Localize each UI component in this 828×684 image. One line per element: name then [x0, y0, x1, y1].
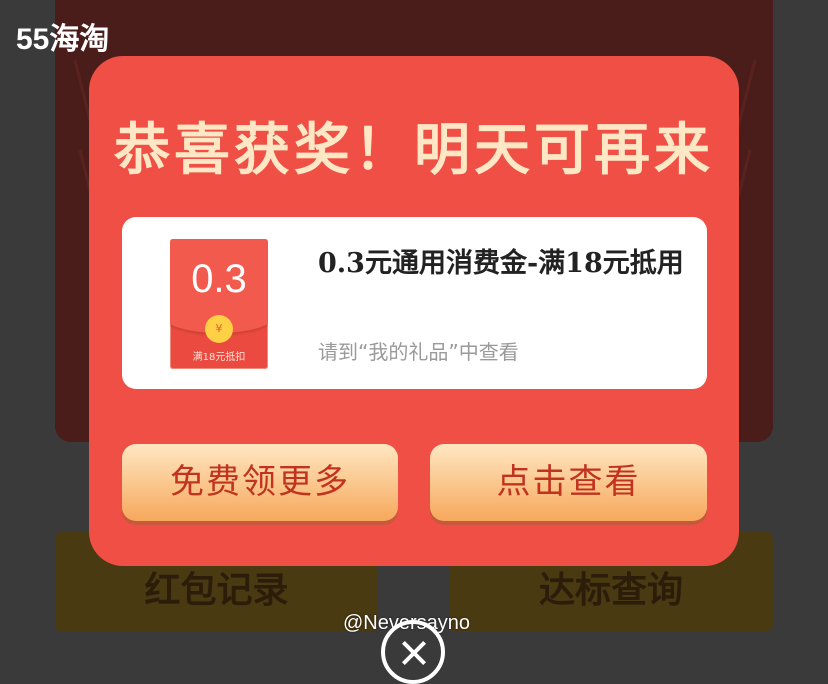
close-icon[interactable]	[381, 620, 445, 684]
prize-name: 0.3元通用消费金-满18元抵用	[318, 248, 684, 279]
red-envelope-coupon: 0.3 ¥ 满18元抵扣	[170, 239, 268, 369]
view-prize-button[interactable]: 点击查看	[430, 444, 707, 521]
prize-card: 0.3 ¥ 满18元抵扣 0.3元通用消费金-满18元抵用 请到“我的礼品”中查…	[122, 217, 707, 389]
coupon-note: 满18元抵扣	[192, 352, 246, 363]
modal-title: 恭喜获奖！明天可再来	[114, 118, 714, 183]
get-more-free-button[interactable]: 免费领更多	[122, 444, 398, 521]
yuan-coin-icon: ¥	[205, 315, 233, 343]
coupon-value: 0.3	[191, 257, 247, 301]
brand-logo: 55海淘	[16, 23, 110, 56]
prize-modal: 恭喜获奖！明天可再来 0.3 ¥ 满18元抵扣 0.3元通用消费金-满18元抵用…	[89, 56, 739, 566]
prize-hint: 请到“我的礼品”中查看	[318, 340, 519, 364]
